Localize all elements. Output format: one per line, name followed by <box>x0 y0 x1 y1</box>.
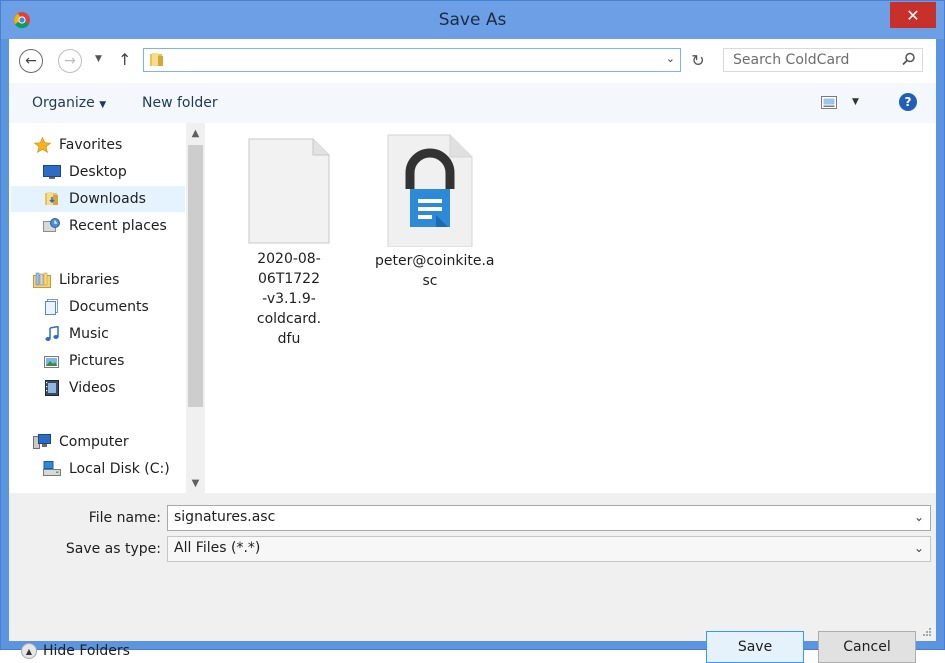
collapse-icon: ▲ <box>21 643 37 659</box>
close-button[interactable]: ✕ <box>890 2 936 28</box>
save-options-panel: File name: signatures.asc ⌄ Save as type… <box>9 493 936 663</box>
blank-file-icon <box>248 138 330 244</box>
scrollbar-thumb[interactable] <box>188 145 203 407</box>
libraries-icon <box>33 272 51 288</box>
music-icon <box>43 326 61 342</box>
file-name: 2020-08-06T1722 -v3.1.9-coldcard. dfu <box>256 251 322 347</box>
save-type-value: All Files (*.*) <box>174 540 261 556</box>
dialog-body: ← → ▼ ↑ ⌄ ↻ Search ColdCard Organize ▼ N… <box>9 39 936 663</box>
forward-arrow-icon: → <box>64 53 76 69</box>
sidebar-item-pictures[interactable]: Pictures <box>43 348 124 374</box>
up-arrow-icon: ↑ <box>118 50 132 69</box>
search-input[interactable]: Search ColdCard <box>723 48 923 72</box>
file-item-dfu[interactable]: 2020-08-06T1722 -v3.1.9-coldcard. dfu <box>234 135 344 349</box>
refresh-button[interactable]: ↻ <box>687 49 709 71</box>
file-name-field[interactable]: signatures.asc ⌄ <box>167 505 931 531</box>
address-dropdown-icon[interactable]: ⌄ <box>666 52 675 65</box>
save-type-select[interactable]: All Files (*.*) ⌄ <box>167 536 931 562</box>
file-name-label: File name: <box>88 510 161 526</box>
sidebar-item-documents[interactable]: Documents <box>43 294 149 320</box>
view-options-dropdown-icon[interactable]: ▼ <box>852 97 859 107</box>
recent-places-icon <box>43 218 61 234</box>
scroll-up-icon[interactable]: ▲ <box>186 123 205 143</box>
sidebar-item-recent-places[interactable]: Recent places <box>43 213 167 239</box>
sidebar-item-libraries[interactable]: Libraries <box>33 267 119 293</box>
chevron-down-icon[interactable]: ⌄ <box>914 541 924 555</box>
back-arrow-icon: ← <box>25 53 37 69</box>
address-bar[interactable]: ⌄ <box>143 48 681 72</box>
folder-icon <box>150 53 163 66</box>
computer-icon <box>33 434 51 450</box>
videos-icon <box>43 380 61 396</box>
documents-icon <box>43 299 61 315</box>
sidebar-item-local-disk[interactable]: Local Disk (C:) <box>43 456 170 482</box>
forward-button[interactable]: → <box>58 49 82 73</box>
new-folder-button[interactable]: New folder <box>142 95 218 111</box>
sidebar-item-desktop[interactable]: Desktop <box>43 159 127 185</box>
title-bar[interactable]: Save As ✕ <box>1 1 944 39</box>
save-button[interactable]: Save <box>706 631 804 663</box>
file-name: peter@coinkite.a sc <box>375 253 495 289</box>
help-button[interactable]: ? <box>899 93 917 111</box>
organize-menu[interactable]: Organize ▼ <box>32 95 106 111</box>
chevron-down-icon: ▼ <box>99 100 107 110</box>
file-list: 2020-08-06T1722 -v3.1.9-coldcard. dfu pe… <box>205 123 936 493</box>
search-placeholder: Search ColdCard <box>733 52 850 68</box>
search-icon <box>902 52 915 66</box>
close-icon: ✕ <box>906 5 920 25</box>
hide-folders-button[interactable]: ▲ Hide Folders <box>21 643 130 659</box>
save-as-dialog: Save As ✕ ← → ▼ ↑ ⌄ ↻ Search ColdCard Or… <box>0 0 945 663</box>
organize-label: Organize <box>32 95 95 111</box>
back-button[interactable]: ← <box>19 49 43 73</box>
help-icon: ? <box>904 95 912 109</box>
downloads-folder-icon <box>43 191 61 207</box>
sidebar-item-videos[interactable]: Videos <box>43 375 116 401</box>
star-icon <box>33 137 51 153</box>
file-item-asc[interactable]: peter@coinkite.a sc <box>375 133 495 291</box>
sidebar-item-favorites[interactable]: Favorites <box>33 132 122 158</box>
view-options-icon[interactable] <box>821 96 837 109</box>
window-title: Save As <box>438 10 507 30</box>
sidebar-item-downloads[interactable]: Downloads <box>11 186 185 212</box>
scroll-down-icon[interactable]: ▼ <box>186 473 205 493</box>
command-bar: Organize ▼ New folder ▼ ? <box>9 83 936 124</box>
local-disk-icon <box>43 461 61 477</box>
navigation-pane-scrollbar[interactable]: ▲ ▼ <box>186 123 205 493</box>
refresh-icon: ↻ <box>691 50 705 70</box>
sidebar-item-music[interactable]: Music <box>43 321 109 347</box>
pictures-icon <box>43 353 61 369</box>
hide-folders-label: Hide Folders <box>43 643 130 659</box>
sidebar-item-computer[interactable]: Computer <box>33 429 129 455</box>
desktop-icon <box>43 164 61 180</box>
recent-locations-dropdown[interactable]: ▼ <box>95 54 102 64</box>
signed-document-icon <box>387 134 473 248</box>
navigation-pane: Favorites Desktop Downloads Recent place… <box>9 123 205 493</box>
cancel-button[interactable]: Cancel <box>818 631 916 663</box>
up-button[interactable]: ↑ <box>118 50 131 69</box>
chevron-down-icon[interactable]: ⌄ <box>914 510 924 524</box>
resize-grip-icon[interactable] <box>922 627 932 637</box>
save-type-label: Save as type: <box>65 541 161 557</box>
navigation-bar: ← → ▼ ↑ ⌄ ↻ Search ColdCard <box>9 39 936 83</box>
file-name-value: signatures.asc <box>174 509 276 525</box>
